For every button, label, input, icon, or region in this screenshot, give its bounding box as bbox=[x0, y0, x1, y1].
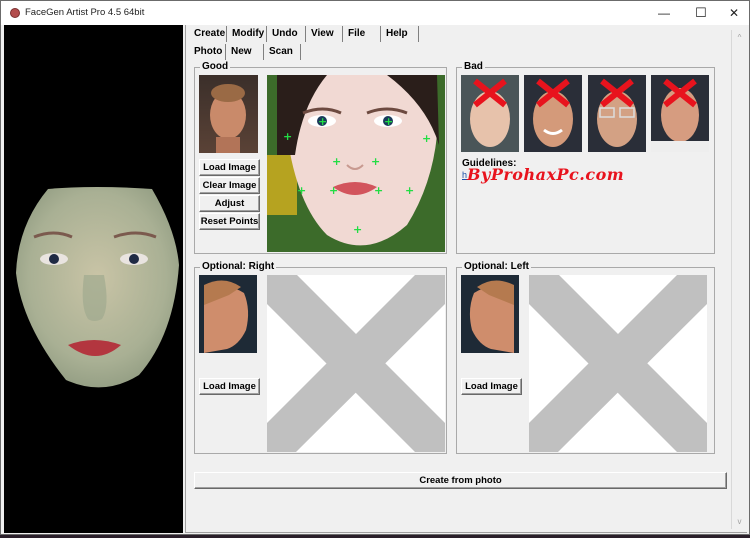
feature-point: + bbox=[422, 132, 431, 145]
load-left-image-button[interactable]: Load Image bbox=[461, 378, 522, 395]
feature-point: + bbox=[318, 115, 327, 128]
sub-tab-row: Photo New Scan bbox=[189, 44, 301, 61]
minimize-button[interactable]: — bbox=[647, 1, 681, 25]
main-tab-row: Create Modify Undo View File Help bbox=[189, 26, 419, 43]
feature-point: + bbox=[405, 184, 414, 197]
bad-example-smiling bbox=[524, 75, 582, 152]
left-profile-example bbox=[461, 275, 519, 353]
reset-points-button[interactable]: Reset Points bbox=[199, 213, 260, 230]
load-right-image-button[interactable]: Load Image bbox=[199, 378, 260, 395]
create-from-photo-button[interactable]: Create from photo bbox=[194, 472, 727, 489]
tab-file[interactable]: File bbox=[343, 26, 381, 42]
placeholder-x-icon bbox=[267, 275, 445, 452]
bad-label: Bad bbox=[462, 61, 485, 72]
feature-point: + bbox=[283, 130, 292, 143]
feature-point: + bbox=[353, 223, 362, 236]
scroll-up-arrow-icon[interactable]: ^ bbox=[734, 32, 745, 43]
optional-left-group: Optional: Left Load Image bbox=[456, 261, 715, 454]
tab-create[interactable]: Create bbox=[189, 26, 227, 42]
optional-left-label: Optional: Left bbox=[462, 261, 531, 272]
optional-right-group: Optional: Right Load Image bbox=[194, 261, 447, 454]
app-logo-icon bbox=[10, 8, 20, 18]
feature-point: + bbox=[297, 184, 306, 197]
bad-example-lighting bbox=[461, 75, 519, 152]
bad-example-expression bbox=[651, 75, 709, 152]
good-label: Good bbox=[200, 61, 231, 72]
tab-modify[interactable]: Modify bbox=[227, 26, 267, 42]
tab-scan[interactable]: Scan bbox=[264, 44, 301, 60]
empty-right-image-slot[interactable] bbox=[267, 275, 445, 452]
tab-new[interactable]: New bbox=[226, 44, 264, 60]
good-example-thumbnail bbox=[199, 75, 258, 153]
feature-point: + bbox=[384, 115, 393, 128]
tab-photo[interactable]: Photo bbox=[189, 44, 226, 60]
tab-undo[interactable]: Undo bbox=[267, 26, 306, 42]
face-3d-viewport[interactable] bbox=[4, 25, 183, 533]
right-profile-example bbox=[199, 275, 257, 353]
clear-image-button[interactable]: Clear Image bbox=[199, 177, 260, 194]
load-image-button[interactable]: Load Image bbox=[199, 159, 260, 176]
watermark-overlay: ByProhaxPc.com bbox=[467, 165, 625, 184]
empty-left-image-slot[interactable] bbox=[529, 275, 707, 452]
feature-point: + bbox=[332, 155, 341, 168]
close-button[interactable]: ✕ bbox=[717, 1, 750, 25]
adjust-points-button[interactable]: Adjust Points bbox=[199, 195, 260, 224]
rendered-face bbox=[16, 187, 179, 388]
create-panel: Create Modify Undo View File Help Photo … bbox=[185, 25, 747, 533]
window-title: FaceGen Artist Pro 4.5 64bit bbox=[25, 7, 145, 18]
feature-point: + bbox=[371, 155, 380, 168]
app-window: FaceGen Artist Pro 4.5 64bit — ☐ ✕ Creat… bbox=[0, 0, 750, 535]
title-bar[interactable]: FaceGen Artist Pro 4.5 64bit — ☐ ✕ bbox=[1, 1, 749, 25]
maximize-button[interactable]: ☐ bbox=[684, 1, 718, 25]
bad-example-glasses bbox=[588, 75, 646, 152]
placeholder-x-icon bbox=[529, 275, 707, 452]
tab-help[interactable]: Help bbox=[381, 26, 419, 42]
vertical-scrollbar[interactable]: ^ v bbox=[731, 30, 746, 529]
optional-right-label: Optional: Right bbox=[200, 261, 277, 272]
good-group: Good Load Image Clear Image Adjust Point… bbox=[194, 61, 447, 254]
feature-point: + bbox=[329, 184, 338, 197]
feature-point: + bbox=[374, 184, 383, 197]
loaded-photo[interactable]: + + + + + + + + + + + bbox=[267, 75, 445, 252]
scroll-down-arrow-icon[interactable]: v bbox=[734, 516, 745, 527]
tab-view[interactable]: View bbox=[306, 26, 343, 42]
bad-group: Bad Guidelines: h ByProhaxPc.com bbox=[456, 61, 715, 254]
